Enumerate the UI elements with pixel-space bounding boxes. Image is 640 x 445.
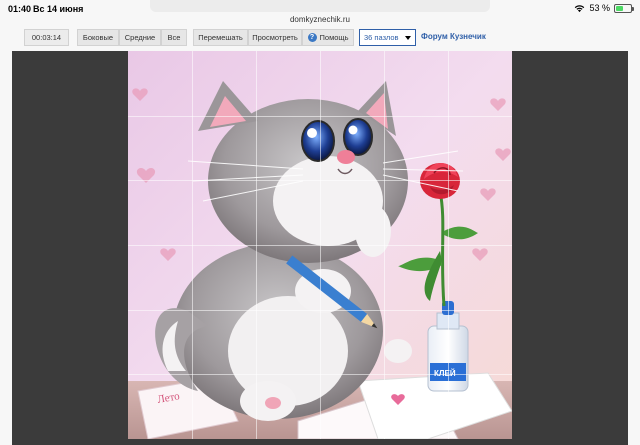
grid-line-horizontal: [128, 310, 512, 311]
forum-link[interactable]: Форум Кузнечик: [421, 32, 486, 41]
status-time: 01:40: [8, 4, 32, 14]
battery-icon: [614, 3, 634, 13]
help-icon: ?: [307, 33, 317, 42]
edge-pieces-label: Боковые: [82, 33, 114, 42]
timer-display: 00:03:14: [24, 29, 69, 46]
edge-pieces-button[interactable]: Боковые: [77, 29, 119, 46]
preview-label: Просмотреть: [252, 33, 298, 42]
chevron-down-icon: [405, 36, 411, 40]
wifi-icon: [575, 4, 585, 12]
all-pieces-label: Все: [167, 33, 181, 42]
middle-pieces-label: Средние: [124, 33, 156, 42]
timer-value: 00:03:14: [31, 33, 62, 42]
grid-line-horizontal: [128, 180, 512, 181]
grid-line-horizontal: [128, 116, 512, 117]
help-label: Помощь: [319, 33, 349, 42]
grid-line-horizontal: [128, 374, 512, 375]
browser-url[interactable]: domkyznechik.ru: [0, 15, 640, 24]
middle-pieces-button[interactable]: Средние: [119, 29, 161, 46]
puzzle-image[interactable]: Лето КЛЕЙ: [128, 51, 512, 439]
status-right: 53 %: [574, 3, 634, 13]
status-date: Вс 14 июня: [33, 4, 84, 14]
battery-percent: 53 %: [589, 3, 610, 13]
battery-fill: [616, 5, 624, 11]
shuffle-button[interactable]: Перемешать: [193, 29, 248, 46]
browser-url-bar[interactable]: [150, 0, 490, 12]
puzzle-toolbar: 00:03:14 Боковые Средние Все Перемешать …: [0, 29, 640, 49]
pieces-count-value: 36 пазлов: [364, 33, 399, 42]
help-button[interactable]: ? Помощь: [302, 29, 354, 46]
grid-line-horizontal: [128, 245, 512, 246]
all-pieces-button[interactable]: Все: [161, 29, 187, 46]
pieces-count-select[interactable]: 36 пазлов: [359, 29, 416, 46]
shuffle-label: Перемешать: [198, 33, 243, 42]
preview-button[interactable]: Просмотреть: [248, 29, 302, 46]
